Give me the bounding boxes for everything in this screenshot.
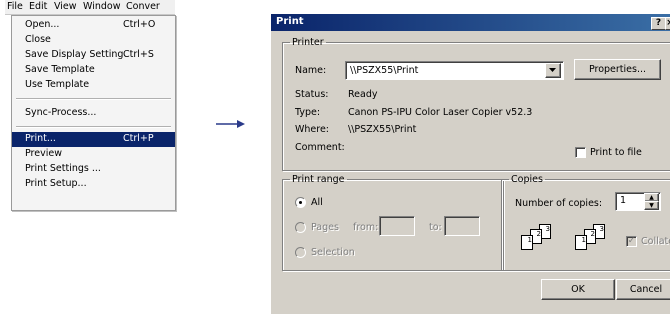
menu-item-shortcut: Ctrl+P: [123, 133, 154, 144]
menu-item-print-settings[interactable]: Print Settings ...: [12, 162, 175, 177]
dialog-title: Print: [276, 16, 304, 27]
menu-item-use-template[interactable]: Use Template: [12, 78, 175, 93]
type-value: Canon PS-IPU Color Laser Copier v52.3: [348, 107, 533, 118]
copies-spinner[interactable]: 1 ▲ ▼: [615, 192, 661, 211]
print-to-file-checkbox[interactable]: [575, 147, 586, 158]
menu-item-label: Preview: [25, 148, 62, 159]
menu-item-label: Save Template: [25, 64, 95, 75]
collate-page-icon: 1: [521, 235, 533, 250]
where-value: \\PSZX55\Print: [348, 124, 417, 135]
selection-label: Selection: [311, 247, 355, 258]
copies-value: 1: [620, 195, 627, 206]
print-to-file-label: Print to file: [590, 147, 642, 158]
spin-down-button[interactable]: ▼: [644, 201, 659, 210]
menu-item-label: Print...: [25, 133, 56, 144]
menu-item-label: Sync-Process...: [25, 107, 97, 118]
name-label: Name:: [295, 65, 327, 76]
collate-checkbox[interactable]: ✓: [626, 236, 637, 247]
ok-button[interactable]: OK: [541, 279, 615, 300]
right-arrow-icon: [216, 120, 245, 128]
title-bar: Print ? ×: [271, 14, 670, 31]
where-label: Where:: [295, 124, 330, 135]
selection-radio[interactable]: [295, 247, 306, 258]
menu-item-label: Save Display Setting: [25, 49, 124, 60]
from-label: from:: [353, 222, 379, 233]
type-label: Type:: [295, 107, 321, 118]
pages-radio[interactable]: [295, 222, 306, 233]
number-of-copies-label: Number of copies:: [515, 198, 603, 209]
collate-page-icon: 1: [575, 235, 587, 250]
menu-item-open[interactable]: Open... Ctrl+O: [12, 18, 175, 33]
close-button[interactable]: ×: [665, 17, 670, 30]
all-label: All: [311, 197, 323, 208]
menu-edit[interactable]: Edit: [29, 1, 47, 12]
page-number: 3: [599, 225, 604, 233]
menu-item-label: Print Setup...: [25, 178, 87, 189]
menu-separator: [16, 126, 171, 128]
copies-group: Copies: [501, 174, 670, 271]
menu-item-save-template[interactable]: Save Template: [12, 63, 175, 78]
page-number: 3: [545, 225, 550, 233]
menu-file[interactable]: File: [7, 1, 23, 12]
menu-item-print[interactable]: Print... Ctrl+P: [12, 132, 175, 147]
page-number: 1: [527, 236, 532, 244]
print-dialog: Print ? × Printer Name: \\PSZX55\Print P…: [270, 13, 670, 314]
copies-legend: Copies: [511, 174, 543, 185]
menu-item-close[interactable]: Close: [12, 33, 175, 48]
comment-label: Comment:: [295, 142, 345, 153]
to-label: to:: [429, 222, 442, 233]
page-number: 2: [590, 230, 595, 238]
file-menu-dropdown: Open... Ctrl+O Close Save Display Settin…: [11, 15, 176, 211]
menu-item-preview[interactable]: Preview: [12, 147, 175, 162]
menu-view[interactable]: View: [54, 1, 77, 12]
menu-convert[interactable]: Conver: [126, 1, 160, 12]
menu-item-shortcut: Ctrl+O: [123, 19, 156, 30]
status-value: Ready: [348, 89, 378, 100]
from-page-input[interactable]: [379, 216, 415, 236]
menu-item-label: Use Template: [25, 79, 90, 90]
properties-button[interactable]: Properties...: [574, 59, 661, 80]
cancel-button[interactable]: Cancel: [616, 279, 670, 300]
menu-bar: File Edit View Window Conver: [5, 0, 175, 15]
menu-item-label: Close: [25, 34, 51, 45]
menu-window[interactable]: Window: [83, 1, 120, 12]
collate-label: Collate: [641, 236, 670, 247]
page-number: 2: [536, 230, 541, 238]
pages-label: Pages: [311, 222, 339, 233]
menu-item-label: Print Settings ...: [25, 163, 101, 174]
help-button[interactable]: ?: [651, 17, 666, 30]
menu-item-print-setup[interactable]: Print Setup...: [12, 177, 175, 192]
printer-name-value: \\PSZX55\Print: [350, 65, 419, 76]
menu-item-shortcut: Ctrl+S: [123, 49, 154, 60]
menu-separator: [16, 98, 171, 100]
printer-dropdown-button[interactable]: [545, 63, 561, 78]
printer-name-select[interactable]: \\PSZX55\Print: [345, 61, 564, 80]
chevron-down-icon: [549, 68, 556, 72]
menu-item-sync-process[interactable]: Sync-Process...: [12, 106, 175, 121]
all-radio[interactable]: [295, 197, 306, 208]
to-page-input[interactable]: [444, 216, 480, 236]
menu-item-save-display-setting[interactable]: Save Display Setting Ctrl+S: [12, 48, 175, 63]
print-range-legend: Print range: [292, 174, 345, 185]
menu-item-label: Open...: [25, 19, 60, 30]
page-number: 1: [581, 236, 586, 244]
printer-group-legend: Printer: [292, 37, 324, 48]
status-label: Status:: [295, 89, 329, 100]
